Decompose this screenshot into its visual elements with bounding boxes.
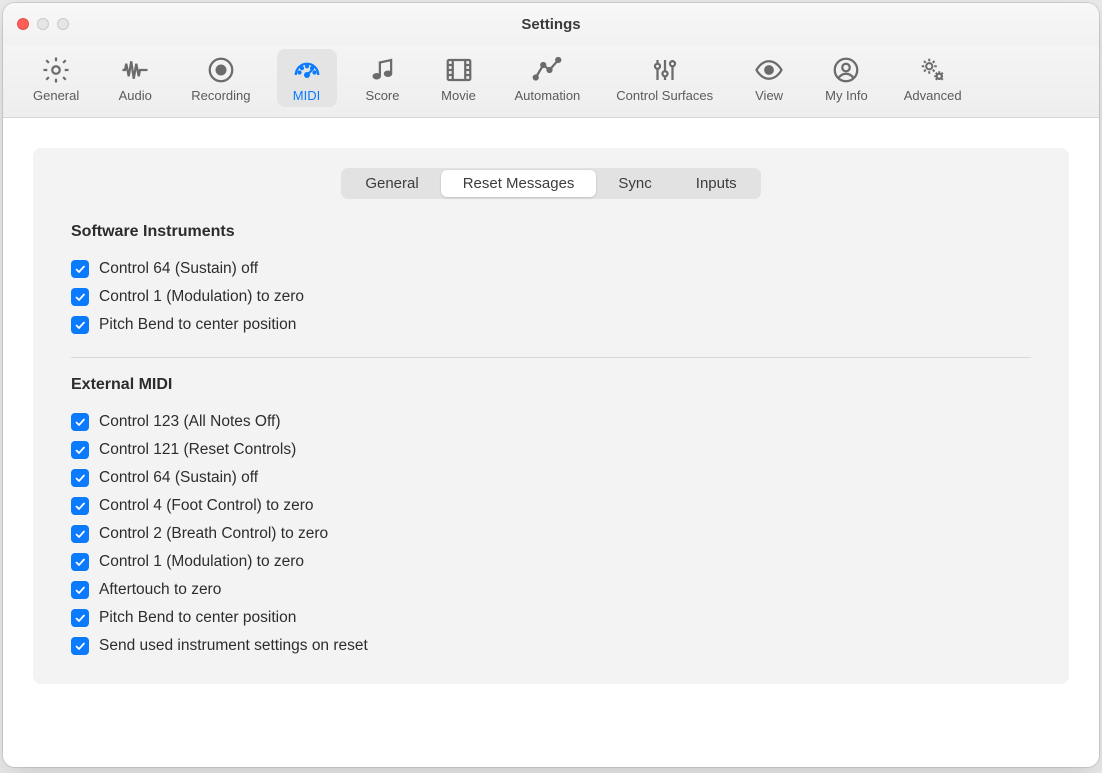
toolbar-label: Advanced bbox=[904, 88, 962, 103]
toolbar-item-score[interactable]: Score bbox=[353, 49, 413, 107]
gears-icon bbox=[916, 55, 950, 85]
checkbox[interactable] bbox=[71, 288, 89, 306]
checkbox-label: Control 1 (Modulation) to zero bbox=[99, 288, 304, 306]
checkbox-label: Control 64 (Sustain) off bbox=[99, 260, 258, 278]
checkbox[interactable] bbox=[71, 469, 89, 487]
titlebar: Settings bbox=[3, 3, 1099, 45]
toolbar-label: Control Surfaces bbox=[616, 88, 713, 103]
toolbar-item-control-surfaces[interactable]: Control Surfaces bbox=[606, 49, 723, 107]
checkbox-label: Aftertouch to zero bbox=[99, 581, 221, 599]
checkbox-row: Control 64 (Sustain) off bbox=[71, 464, 1031, 492]
divider bbox=[71, 357, 1031, 358]
toolbar-label: Score bbox=[366, 88, 400, 103]
sliders-icon bbox=[648, 55, 682, 85]
checkbox-label: Control 123 (All Notes Off) bbox=[99, 413, 280, 431]
section-software-instruments: Software Instruments Control 64 (Sustain… bbox=[33, 223, 1069, 339]
checkbox-row: Pitch Bend to center position bbox=[71, 604, 1031, 632]
checkbox[interactable] bbox=[71, 525, 89, 543]
toolbar-label: View bbox=[755, 88, 783, 103]
checkbox[interactable] bbox=[71, 609, 89, 627]
toolbar-item-advanced[interactable]: Advanced bbox=[894, 49, 972, 107]
tab-general[interactable]: General bbox=[343, 170, 440, 197]
software-instruments-list: Control 64 (Sustain) off Control 1 (Modul… bbox=[71, 255, 1031, 339]
settings-window: Settings General Audio Recording MIDI Score M… bbox=[3, 3, 1099, 767]
record-icon bbox=[204, 55, 238, 85]
settings-panel: GeneralReset MessagesSyncInputs Software… bbox=[33, 148, 1069, 684]
toolbar-label: Automation bbox=[515, 88, 581, 103]
window-title: Settings bbox=[3, 16, 1099, 33]
checkbox-label: Pitch Bend to center position bbox=[99, 316, 296, 334]
checkbox[interactable] bbox=[71, 553, 89, 571]
checkbox-label: Control 64 (Sustain) off bbox=[99, 469, 258, 487]
checkbox[interactable] bbox=[71, 441, 89, 459]
gear-icon bbox=[39, 55, 73, 85]
gauge-icon bbox=[290, 55, 324, 85]
toolbar-label: Movie bbox=[441, 88, 476, 103]
toolbar-item-audio[interactable]: Audio bbox=[105, 49, 165, 107]
checkbox-row: Control 64 (Sustain) off bbox=[71, 255, 1031, 283]
checkbox[interactable] bbox=[71, 497, 89, 515]
checkbox[interactable] bbox=[71, 637, 89, 655]
toolbar-item-recording[interactable]: Recording bbox=[181, 49, 260, 107]
checkbox-row: Control 2 (Breath Control) to zero bbox=[71, 520, 1031, 548]
toolbar: General Audio Recording MIDI Score Movie Autom… bbox=[3, 45, 1099, 118]
checkbox-label: Pitch Bend to center position bbox=[99, 609, 296, 627]
checkbox-row: Aftertouch to zero bbox=[71, 576, 1031, 604]
checkbox[interactable] bbox=[71, 260, 89, 278]
toolbar-label: Recording bbox=[191, 88, 250, 103]
toolbar-label: MIDI bbox=[293, 88, 320, 103]
zoom-button[interactable] bbox=[57, 18, 69, 30]
checkbox[interactable] bbox=[71, 413, 89, 431]
checkbox[interactable] bbox=[71, 316, 89, 334]
checkbox-row: Pitch Bend to center position bbox=[71, 311, 1031, 339]
toolbar-label: Audio bbox=[119, 88, 152, 103]
checkbox-row: Control 121 (Reset Controls) bbox=[71, 436, 1031, 464]
checkbox[interactable] bbox=[71, 581, 89, 599]
toolbar-item-my-info[interactable]: My Info bbox=[815, 49, 878, 107]
close-button[interactable] bbox=[17, 18, 29, 30]
toolbar-label: General bbox=[33, 88, 79, 103]
waveform-icon bbox=[118, 55, 152, 85]
checkbox-label: Send used instrument settings on reset bbox=[99, 637, 368, 655]
sub-tab-bar: GeneralReset MessagesSyncInputs bbox=[341, 168, 760, 199]
eye-icon bbox=[752, 55, 786, 85]
checkbox-row: Control 4 (Foot Control) to zero bbox=[71, 492, 1031, 520]
external-midi-list: Control 123 (All Notes Off) Control 121 (… bbox=[71, 408, 1031, 660]
checkbox-label: Control 121 (Reset Controls) bbox=[99, 441, 296, 459]
checkbox-row: Send used instrument settings on reset bbox=[71, 632, 1031, 660]
toolbar-item-automation[interactable]: Automation bbox=[505, 49, 591, 107]
minimize-button[interactable] bbox=[37, 18, 49, 30]
toolbar-item-general[interactable]: General bbox=[23, 49, 89, 107]
tab-inputs[interactable]: Inputs bbox=[674, 170, 759, 197]
person-icon bbox=[829, 55, 863, 85]
checkbox-row: Control 1 (Modulation) to zero bbox=[71, 283, 1031, 311]
checkbox-row: Control 123 (All Notes Off) bbox=[71, 408, 1031, 436]
toolbar-item-midi[interactable]: MIDI bbox=[277, 49, 337, 107]
section-title: Software Instruments bbox=[71, 223, 1031, 241]
checkbox-label: Control 2 (Breath Control) to zero bbox=[99, 525, 328, 543]
toolbar-label: My Info bbox=[825, 88, 868, 103]
toolbar-item-view[interactable]: View bbox=[739, 49, 799, 107]
checkbox-label: Control 1 (Modulation) to zero bbox=[99, 553, 304, 571]
tab-reset-messages[interactable]: Reset Messages bbox=[441, 170, 597, 197]
content-area: GeneralReset MessagesSyncInputs Software… bbox=[3, 118, 1099, 767]
notes-icon bbox=[366, 55, 400, 85]
checkbox-label: Control 4 (Foot Control) to zero bbox=[99, 497, 314, 515]
film-icon bbox=[442, 55, 476, 85]
section-external-midi: External MIDI Control 123 (All Notes Off… bbox=[33, 376, 1069, 660]
toolbar-item-movie[interactable]: Movie bbox=[429, 49, 489, 107]
checkbox-row: Control 1 (Modulation) to zero bbox=[71, 548, 1031, 576]
automation-icon bbox=[530, 55, 564, 85]
section-title: External MIDI bbox=[71, 376, 1031, 394]
window-controls bbox=[17, 18, 69, 30]
tab-sync[interactable]: Sync bbox=[596, 170, 673, 197]
